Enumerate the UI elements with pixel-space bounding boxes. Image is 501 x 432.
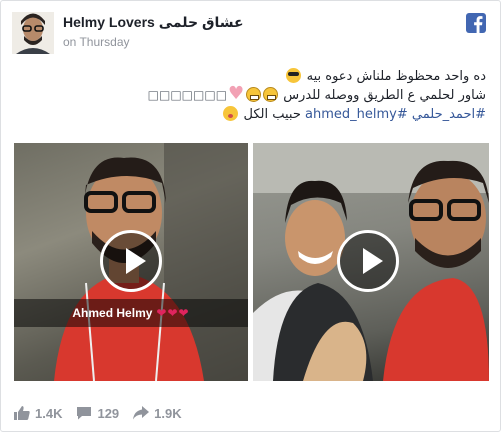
video-thumbnail-1[interactable]: Ahmed Helmy ❤❤❤ (14, 143, 248, 381)
likes-count[interactable]: 1.4K (14, 406, 62, 421)
heart-emoji-icon (228, 84, 244, 103)
page-name-line[interactable]: Helmy Lovers عشاق حلمى (63, 14, 244, 31)
video-thumbnail-2[interactable] (253, 143, 489, 381)
heart-icons: ❤❤❤ (156, 306, 190, 320)
post-line-2-text: شاور لحلمي ع الطريق ووصله للدرس (283, 88, 486, 103)
comment-icon (76, 406, 92, 420)
video-caption: Ahmed Helmy ❤❤❤ (14, 299, 248, 327)
kiss-emoji-icon (223, 106, 239, 121)
post-line-2: شاور لحلمي ع الطريق ووصله للدرس □□□□□□□ (16, 84, 486, 105)
page-name[interactable]: Helmy Lovers (63, 14, 155, 30)
facebook-icon[interactable] (466, 13, 486, 33)
like-icon (14, 406, 30, 420)
hashtag-arabic[interactable]: #احمد_حلمي (412, 107, 486, 122)
post-timestamp[interactable]: on Thursday (63, 35, 130, 49)
hashtag-english[interactable]: #ahmed_helmy (305, 107, 408, 122)
video-caption-text: Ahmed Helmy (72, 306, 153, 320)
post-text: ده واحد محظوظ ملناش دعوه بيه شاور لحلمي … (16, 67, 486, 124)
post-card: Helmy Lovers عشاق حلمى on Thursday ده وا… (0, 0, 501, 432)
post-line-3-text: حبيب الكل (243, 107, 301, 122)
post-line-1-text: ده واحد محظوظ ملناش دعوه بيه (306, 69, 486, 84)
comments-value: 129 (97, 405, 120, 421)
play-icon[interactable] (100, 230, 162, 292)
post-line-3: #احمد_حلمي #ahmed_helmy حبيب الكل (16, 105, 486, 124)
likes-value: 1.4K (35, 405, 63, 421)
shares-count[interactable]: 1.9K (133, 405, 182, 421)
shares-value: 1.9K (154, 405, 182, 421)
page-name-arabic[interactable]: عشاق حلمى (159, 14, 244, 30)
grin-emoji-icon (263, 87, 279, 102)
cool-face-emoji-icon (286, 68, 302, 83)
grin-emoji-icon (246, 87, 262, 102)
unsupported-glyphs: □□□□□□□ (147, 88, 228, 102)
page-avatar[interactable] (12, 12, 54, 54)
post-line-1: ده واحد محظوظ ملناش دعوه بيه (16, 67, 486, 86)
play-icon[interactable] (337, 230, 399, 292)
comments-count[interactable]: 129 (76, 406, 119, 421)
engagement-stats: 1.4K 129 1.9K (14, 403, 196, 423)
share-icon (133, 406, 150, 420)
